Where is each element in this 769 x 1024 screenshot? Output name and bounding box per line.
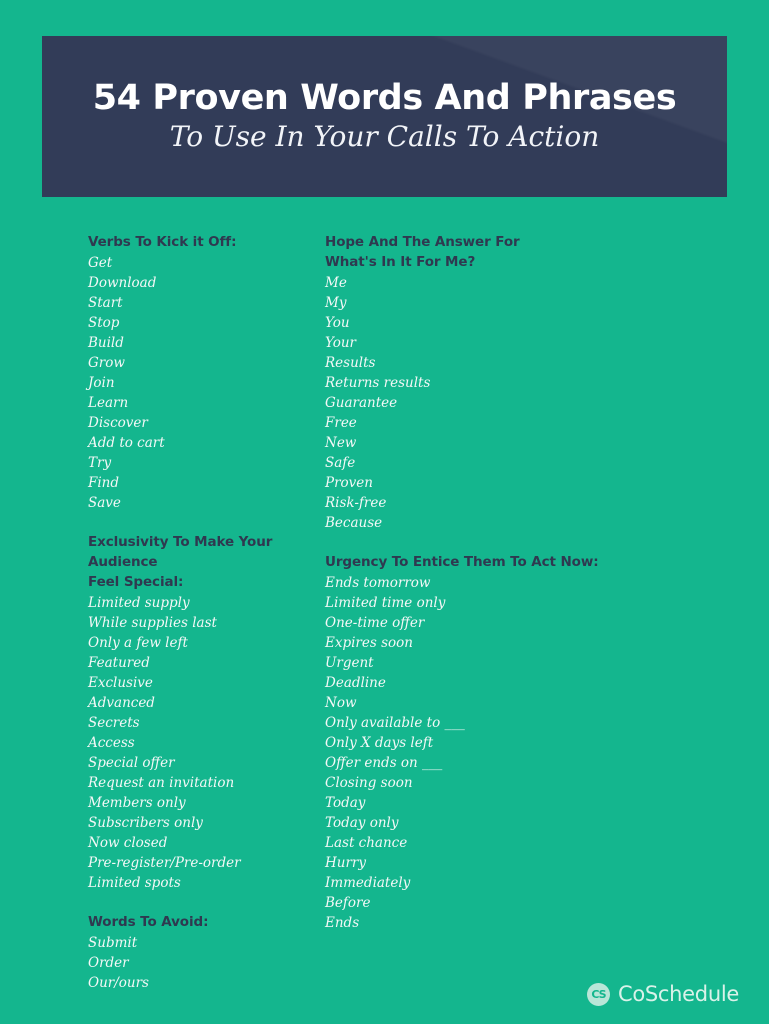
header-text-block: 54 Proven Words And Phrases To Use In Yo…: [42, 36, 727, 197]
word-list: Submit Order Our/ours: [88, 933, 317, 993]
list-item: Risk-free: [325, 495, 387, 511]
list-item: Only available to ___: [325, 715, 465, 731]
list-item: Limited spots: [88, 875, 181, 891]
list-item: Stop: [88, 315, 120, 331]
list-item: Limited supply: [88, 595, 190, 611]
list-item: Because: [325, 515, 383, 531]
list-item: Now closed: [88, 835, 168, 851]
section-heading: Hope And The Answer For What's In It For…: [325, 234, 520, 270]
list-item: Advanced: [88, 695, 155, 711]
list-item: Try: [88, 455, 112, 471]
section-exclusivity: Exclusivity To Make Your Audience Feel S…: [88, 532, 317, 893]
list-item: Save: [88, 495, 121, 511]
list-item: Featured: [88, 655, 150, 671]
list-item: Expires soon: [325, 635, 413, 651]
brand-wordmark: CoSchedule: [617, 982, 739, 1006]
list-item: Free: [325, 415, 357, 431]
list-item: One-time offer: [325, 615, 425, 631]
header-banner: 54 Proven Words And Phrases To Use In Yo…: [42, 36, 727, 197]
list-item: Request an invitation: [88, 775, 235, 791]
list-item: Access: [88, 735, 135, 751]
list-item: Grow: [88, 355, 125, 371]
list-item: Get: [88, 255, 113, 271]
word-list: Limited supply While supplies last Only …: [88, 593, 317, 893]
page-title: 54 Proven Words And Phrases: [92, 77, 677, 118]
list-item: Start: [88, 295, 123, 311]
list-item: Before: [325, 895, 371, 911]
list-item: New: [325, 435, 357, 451]
list-item: Add to cart: [88, 435, 165, 451]
list-item: Today only: [325, 815, 399, 831]
logo-monogram: CS: [591, 988, 606, 1001]
list-item: Limited time only: [325, 595, 446, 611]
list-item: Special offer: [88, 755, 175, 771]
list-item: Exclusive: [88, 675, 153, 691]
list-item: Results: [325, 355, 376, 371]
word-list: Me My You Your Results Returns results G…: [325, 273, 677, 533]
content-columns: Verbs To Kick it Off: Get Download Start…: [0, 232, 769, 993]
list-item: Now: [325, 695, 357, 711]
list-item: Guarantee: [325, 395, 398, 411]
list-item: Deadline: [325, 675, 386, 691]
list-item: Learn: [88, 395, 129, 411]
list-item: Me: [325, 275, 347, 291]
list-item: Today: [325, 795, 366, 811]
page-subtitle: To Use In Your Calls To Action: [169, 120, 600, 154]
coschedule-logo: CS CoSchedule: [586, 982, 739, 1006]
left-column: Verbs To Kick it Off: Get Download Start…: [0, 232, 317, 993]
list-item: Submit: [88, 935, 138, 951]
list-item: While supplies last: [88, 615, 217, 631]
section-heading: Urgency To Entice Them To Act Now:: [325, 554, 599, 570]
list-item: Join: [88, 375, 115, 391]
list-item: Urgent: [325, 655, 374, 671]
list-item: Ends: [325, 915, 360, 931]
list-item: Subscribers only: [88, 815, 203, 831]
list-item: Offer ends on ___: [325, 755, 443, 771]
list-item: Ends tomorrow: [325, 575, 431, 591]
section-urgency: Urgency To Entice Them To Act Now: Ends …: [325, 552, 677, 933]
list-item: Download: [88, 275, 157, 291]
list-item: Safe: [325, 455, 356, 471]
coschedule-circle-icon: CS: [586, 983, 610, 1006]
word-list: Get Download Start Stop Build Grow Join …: [88, 253, 317, 513]
section-heading: Words To Avoid:: [88, 914, 209, 930]
list-item: Order: [88, 955, 129, 971]
list-item: Your: [325, 335, 357, 351]
list-item: Immediately: [325, 875, 411, 891]
list-item: Only X days left: [325, 735, 434, 751]
section-heading: Exclusivity To Make Your Audience Feel S…: [88, 534, 273, 590]
section-heading: Verbs To Kick it Off:: [88, 234, 237, 250]
list-item: Pre-register/Pre-order: [88, 855, 241, 871]
list-item: Hurry: [325, 855, 367, 871]
right-column: Hope And The Answer For What's In It For…: [317, 232, 677, 933]
list-item: Build: [88, 335, 124, 351]
list-item: You: [325, 315, 350, 331]
section-verbs-to-kick-it-off: Verbs To Kick it Off: Get Download Start…: [88, 232, 317, 513]
list-item: Only a few left: [88, 635, 188, 651]
section-hope-and-the-answer: Hope And The Answer For What's In It For…: [325, 232, 677, 533]
list-item: Returns results: [325, 375, 431, 391]
list-item: Proven: [325, 475, 373, 491]
list-item: Members only: [88, 795, 186, 811]
list-item: Secrets: [88, 715, 140, 731]
list-item: Our/ours: [88, 975, 149, 991]
word-list: Ends tomorrow Limited time only One-time…: [325, 573, 677, 933]
list-item: My: [325, 295, 347, 311]
list-item: Closing soon: [325, 775, 413, 791]
list-item: Find: [88, 475, 120, 491]
list-item: Last chance: [325, 835, 408, 851]
list-item: Discover: [88, 415, 148, 431]
section-words-to-avoid: Words To Avoid: Submit Order Our/ours: [88, 912, 317, 993]
